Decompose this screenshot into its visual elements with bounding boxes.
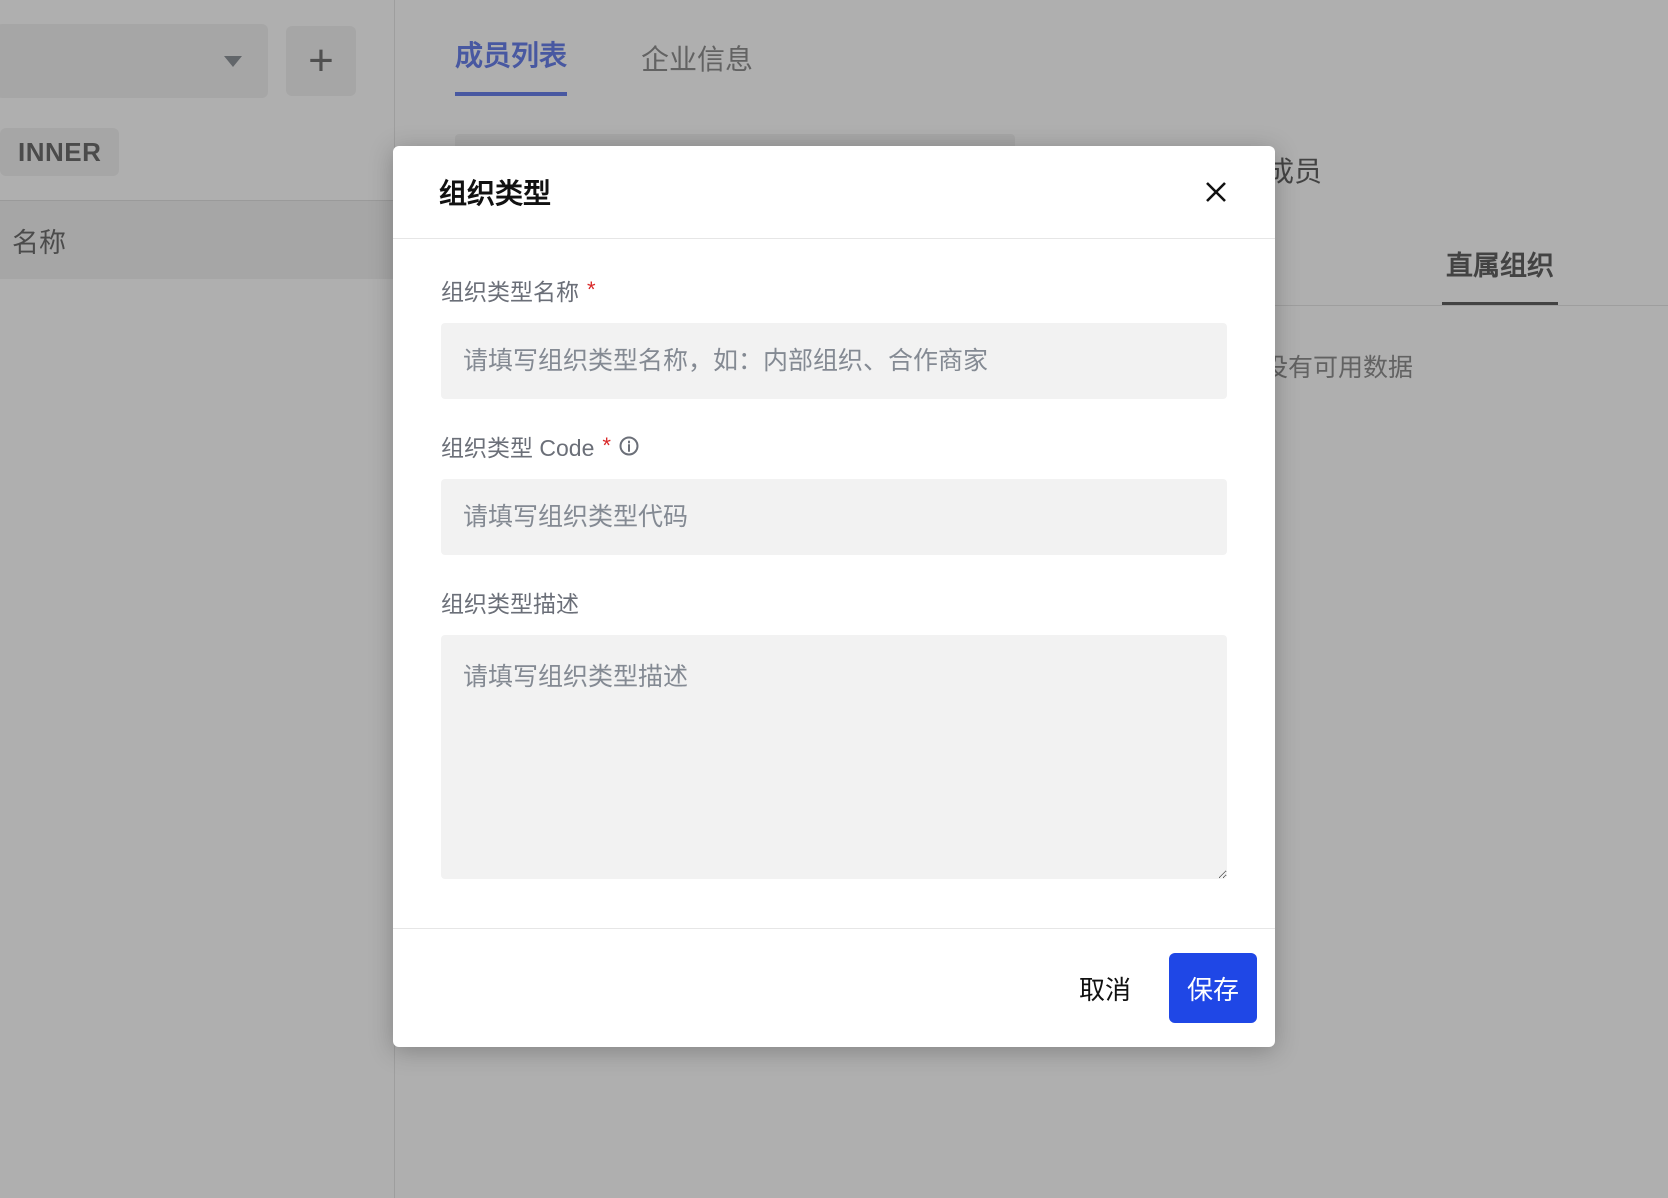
close-button[interactable] bbox=[1199, 175, 1233, 209]
form-group-code: 组织类型 Code * bbox=[441, 429, 1227, 555]
modal-body: 组织类型名称 * 组织类型 Code * 组织类型描述 bbox=[393, 239, 1275, 928]
required-star-icon: * bbox=[602, 433, 611, 459]
modal-header: 组织类型 bbox=[393, 146, 1275, 239]
label-desc: 组织类型描述 bbox=[441, 585, 1227, 619]
label-name-text: 组织类型名称 bbox=[441, 273, 579, 307]
info-icon[interactable] bbox=[619, 436, 639, 456]
modal-footer: 取消 保存 bbox=[393, 928, 1275, 1047]
label-name: 组织类型名称 * bbox=[441, 273, 1227, 307]
code-input[interactable] bbox=[441, 479, 1227, 555]
required-star-icon: * bbox=[587, 277, 596, 303]
form-group-desc: 组织类型描述 bbox=[441, 585, 1227, 884]
name-input[interactable] bbox=[441, 323, 1227, 399]
modal-title: 组织类型 bbox=[439, 172, 551, 212]
label-code: 组织类型 Code * bbox=[441, 429, 1227, 463]
desc-textarea[interactable] bbox=[441, 635, 1227, 879]
close-icon bbox=[1205, 181, 1227, 203]
save-button[interactable]: 保存 bbox=[1169, 953, 1257, 1023]
modal-overlay[interactable]: 组织类型 组织类型名称 * 组织类型 Code * bbox=[0, 0, 1668, 1198]
cancel-button[interactable]: 取消 bbox=[1061, 953, 1149, 1023]
label-code-text: 组织类型 Code bbox=[441, 429, 594, 463]
label-desc-text: 组织类型描述 bbox=[441, 585, 579, 619]
org-type-modal: 组织类型 组织类型名称 * 组织类型 Code * bbox=[393, 146, 1275, 1047]
form-group-name: 组织类型名称 * bbox=[441, 273, 1227, 399]
